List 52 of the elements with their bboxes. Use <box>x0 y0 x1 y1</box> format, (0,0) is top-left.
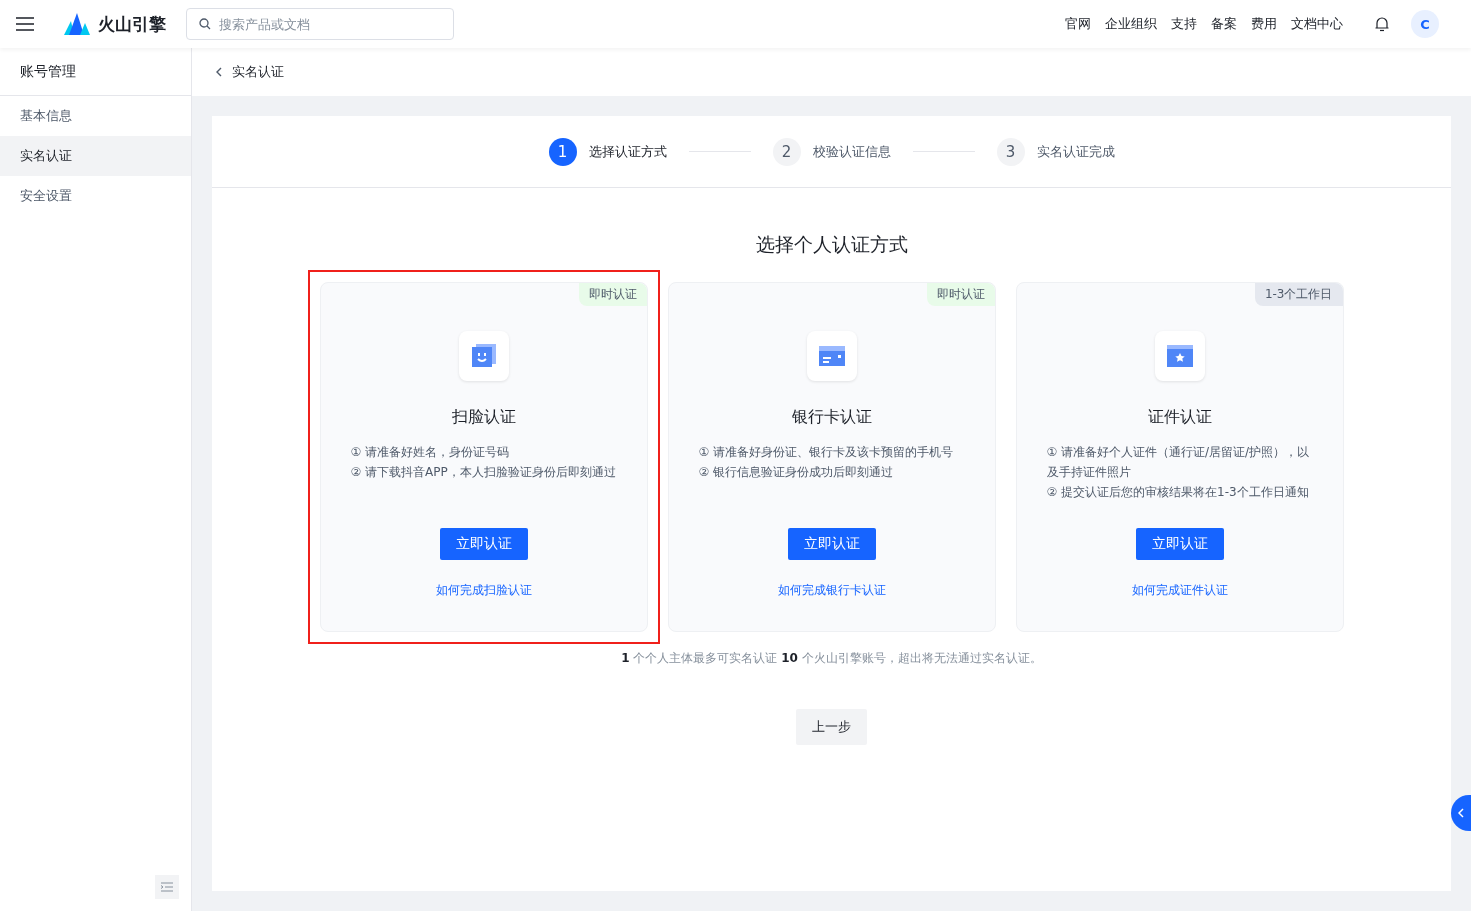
nav-link[interactable]: 备案 <box>1211 15 1237 33</box>
user-avatar[interactable]: C <box>1411 10 1439 38</box>
method-note: ① 请准备好姓名，身份证号码 <box>350 444 511 461</box>
help-link[interactable]: 如何完成银行卡认证 <box>777 582 886 599</box>
step-label: 实名认证完成 <box>1036 142 1115 161</box>
brand-name: 火山引擎 <box>98 12 166 36</box>
star-document-icon <box>1166 345 1193 367</box>
sidebar-item[interactable]: 实名认证 <box>0 136 191 176</box>
step-number: 1 <box>548 137 577 166</box>
method-tag: 即时认证 <box>926 283 995 306</box>
back-chevron-icon[interactable] <box>216 67 222 77</box>
step-label: 选择认证方式 <box>588 142 667 161</box>
method-note: ② 银行信息验证身份成功后即刻通过 <box>698 464 895 481</box>
method-tag: 即时认证 <box>578 283 647 306</box>
nav-link[interactable]: 官网 <box>1065 15 1091 33</box>
method-title: 证件认证 <box>1147 407 1212 428</box>
expand-panel-button[interactable] <box>1451 795 1471 831</box>
search-icon <box>199 18 211 30</box>
step-number: 3 <box>996 137 1025 166</box>
verify-button[interactable]: 立即认证 <box>439 528 528 560</box>
sidebar-title: 账号管理 <box>0 48 191 96</box>
limit-notice: 1 个个人主体最多可实名认证 10 个火山引擎账号，超出将无法通过实名认证。 <box>621 650 1042 667</box>
help-link[interactable]: 如何完成证件认证 <box>1131 582 1228 599</box>
page-title: 实名认证 <box>232 63 284 81</box>
list-indent-icon <box>161 882 173 892</box>
mountain-logo-icon <box>64 13 90 35</box>
method-title: 扫脸认证 <box>451 407 516 428</box>
nav-link[interactable]: 支持 <box>1171 15 1197 33</box>
verify-button[interactable]: 立即认证 <box>1135 528 1224 560</box>
help-link[interactable]: 如何完成扫脸认证 <box>435 582 532 599</box>
section-heading: 选择个人认证方式 <box>755 232 908 257</box>
menu-icon[interactable] <box>16 17 34 31</box>
method-note: ② 提交认证后您的审核结果将在1-3个工作日通知 <box>1046 484 1310 501</box>
step-label: 校验认证信息 <box>812 142 891 161</box>
search-field[interactable]: 搜索产品或文档 <box>186 8 454 40</box>
nav-link[interactable]: 企业组织 <box>1105 15 1157 33</box>
previous-step-button[interactable]: 上一步 <box>796 709 867 745</box>
verify-button[interactable]: 立即认证 <box>787 528 876 560</box>
chevron-left-icon <box>1458 808 1464 818</box>
face-scan-icon <box>470 344 497 368</box>
method-note: ② 请下载抖音APP，本人扫脸验证身份后即刻通过 <box>350 464 617 481</box>
step-number: 2 <box>772 137 801 166</box>
method-title: 银行卡认证 <box>791 407 872 428</box>
sidebar-item[interactable]: 安全设置 <box>0 176 191 216</box>
sidebar-item[interactable]: 基本信息 <box>0 96 191 136</box>
bell-icon[interactable] <box>1375 16 1389 32</box>
method-tag: 1-3个工作日 <box>1254 283 1343 306</box>
method-note: ① 请准备好个人证件（通行证/居留证/护照），以及手持证件照片 <box>1046 444 1311 481</box>
method-note: ① 请准备好身份证、银行卡及该卡预留的手机号 <box>698 444 955 461</box>
nav-link[interactable]: 文档中心 <box>1291 15 1343 33</box>
nav-link[interactable]: 费用 <box>1251 15 1277 33</box>
bank-card-icon <box>818 346 845 366</box>
